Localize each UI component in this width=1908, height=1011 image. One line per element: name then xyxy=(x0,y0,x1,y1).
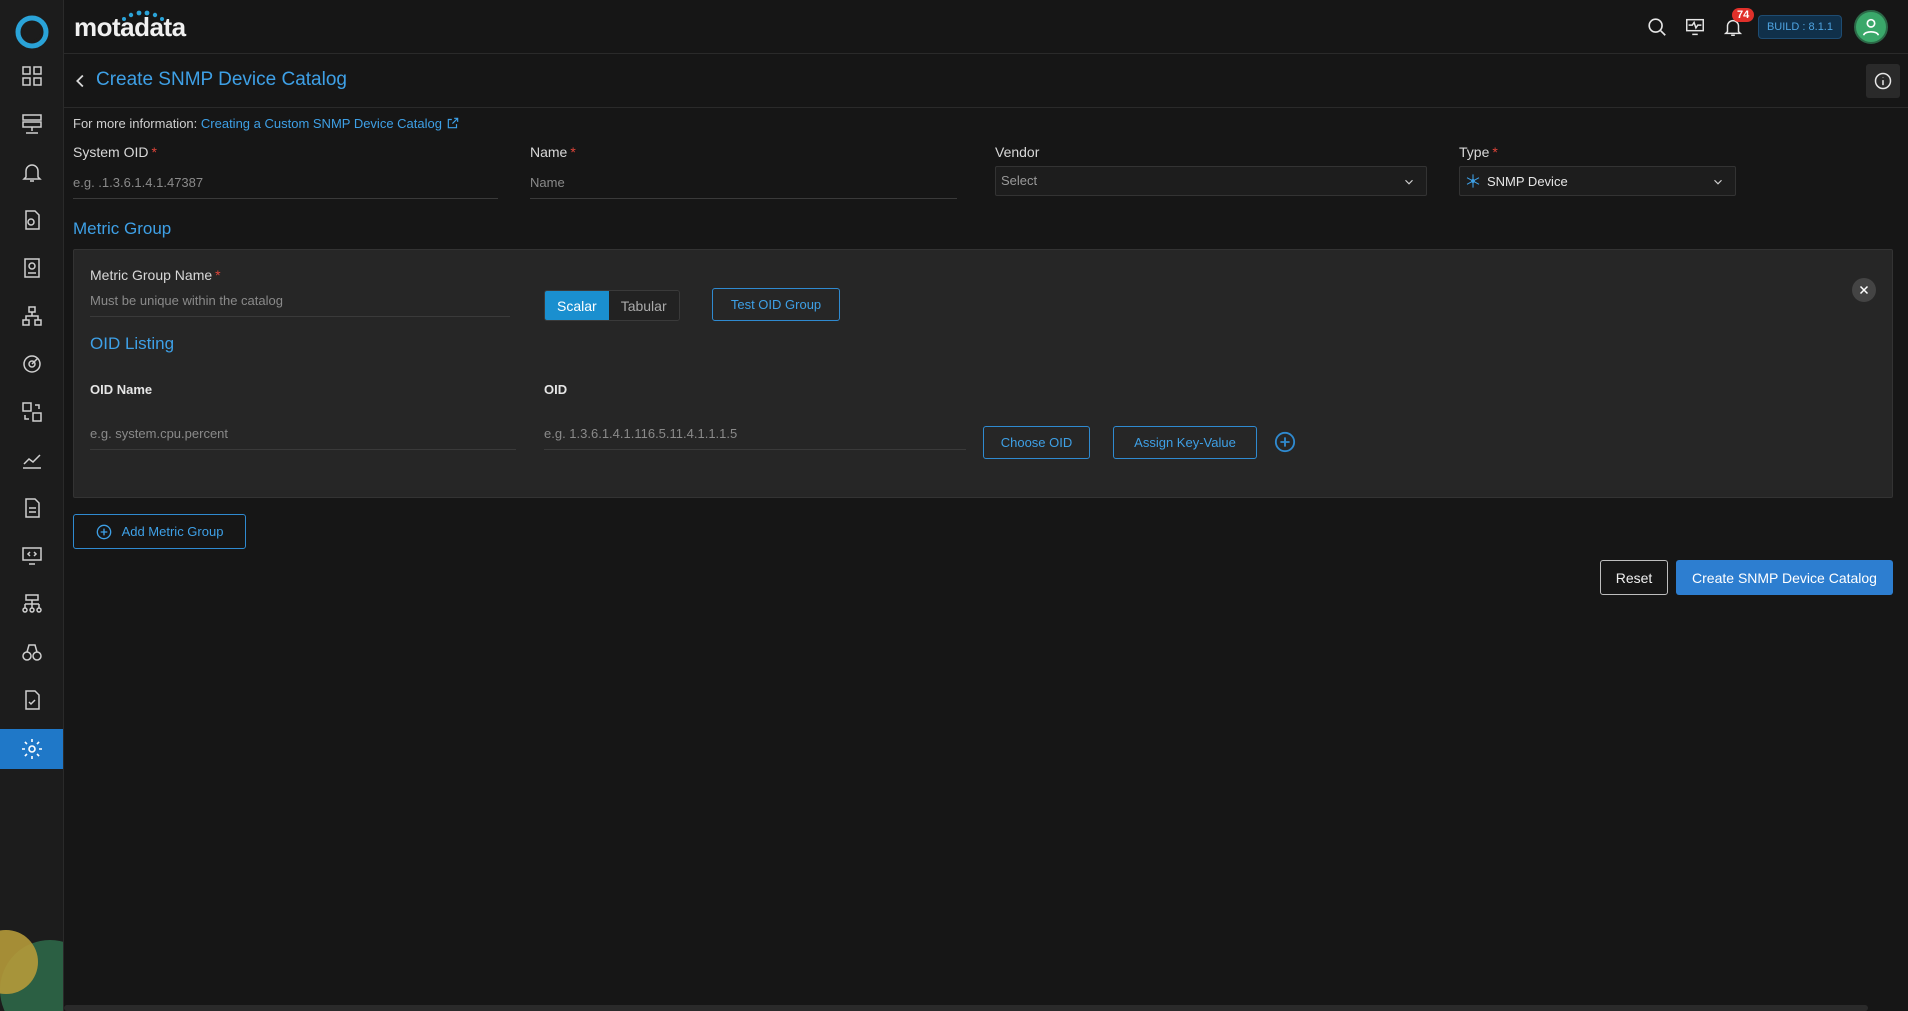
monitor-code-icon xyxy=(22,547,42,565)
server-icon xyxy=(22,114,42,134)
name-input[interactable]: Name xyxy=(530,169,957,199)
metric-group-panel: Metric Group Name * Must be unique within… xyxy=(73,249,1893,498)
sidebar-item-reports[interactable] xyxy=(0,248,63,288)
oid-name-input[interactable]: e.g. system.cpu.percent xyxy=(90,420,516,450)
scalar-toggle[interactable]: Scalar xyxy=(545,291,609,320)
sidebar-item-flow[interactable] xyxy=(0,392,63,432)
horizontal-scrollbar[interactable] xyxy=(64,1005,1868,1011)
back-arrow-icon[interactable] xyxy=(70,70,92,92)
file-search-icon xyxy=(25,210,40,230)
reset-button[interactable]: Reset xyxy=(1600,560,1668,595)
external-link-icon[interactable] xyxy=(446,116,460,130)
info-button[interactable] xyxy=(1866,64,1900,98)
sidebar-item-compliance[interactable] xyxy=(0,680,63,720)
plus-circle-icon xyxy=(96,524,111,539)
build-version-badge: BUILD : 8.1.1 xyxy=(1757,15,1842,39)
document-icon xyxy=(25,498,40,518)
add-metric-group-button[interactable]: Add Metric Group xyxy=(73,514,246,549)
vendor-select-value: Select xyxy=(1001,173,1038,188)
binoculars-icon xyxy=(22,644,42,661)
header-actions: 74 BUILD : 8.1.1 xyxy=(1644,8,1888,44)
sidebar-item-metrics[interactable] xyxy=(0,440,63,480)
more-info-line: For more information: Creating a Custom … xyxy=(73,116,460,131)
documentation-link[interactable]: Creating a Custom SNMP Device Catalog xyxy=(201,116,442,131)
bell-icon xyxy=(22,164,42,182)
dashboard-grid-icon xyxy=(22,66,42,86)
remove-group-button[interactable] xyxy=(1852,278,1876,302)
app-logo-icon[interactable] xyxy=(14,14,50,50)
add-metric-group-label: Add Metric Group xyxy=(121,524,224,539)
user-avatar[interactable] xyxy=(1854,10,1888,44)
close-icon xyxy=(1859,285,1869,295)
sidebar-item-apm[interactable] xyxy=(0,536,63,576)
add-oid-icon[interactable] xyxy=(1274,431,1296,453)
oid-name-header: OID Name xyxy=(90,382,153,397)
metric-group-title: Metric Group xyxy=(73,219,172,238)
metric-group-name-input[interactable]: Must be unique within the catalog xyxy=(90,287,510,317)
app-root: motadata 74 BUILD : 8.1.1 Create SNMP De… xyxy=(0,0,1908,1011)
transfer-icon xyxy=(22,402,42,422)
sidebar-item-settings[interactable] xyxy=(0,729,63,769)
oid-listing-title: OID Listing xyxy=(90,334,175,353)
sidebar-item-log[interactable] xyxy=(0,200,63,240)
oid-input[interactable]: e.g. 1.3.6.1.4.1.116.5.11.4.1.1.1.5 xyxy=(544,420,966,450)
chevron-down-icon xyxy=(1405,179,1413,185)
sidebar xyxy=(0,0,64,1011)
user-icon xyxy=(1862,18,1880,36)
metric-group-name-label: Metric Group Name * xyxy=(90,267,221,283)
sidebar-item-network[interactable] xyxy=(0,584,63,624)
create-catalog-button[interactable]: Create SNMP Device Catalog xyxy=(1676,560,1893,595)
type-select[interactable]: SNMP Device xyxy=(1459,166,1736,196)
sidebar-item-inventory[interactable] xyxy=(0,104,63,144)
sidebar-item-monitoring[interactable] xyxy=(0,344,63,384)
health-monitor-button[interactable] xyxy=(1682,14,1708,40)
vendor-select[interactable]: Select xyxy=(995,166,1427,196)
brand-dots-icon xyxy=(122,10,164,21)
sidebar-item-explorer[interactable] xyxy=(0,632,63,672)
top-header: motadata 74 BUILD : 8.1.1 xyxy=(64,0,1908,54)
search-icon xyxy=(1648,18,1666,36)
name-label: Name * xyxy=(530,144,576,160)
page-title-bar: Create SNMP Device Catalog xyxy=(64,54,1908,108)
sidebar-item-alerts[interactable] xyxy=(0,152,63,192)
type-select-value: SNMP Device xyxy=(1465,173,1730,189)
report-icon xyxy=(24,258,40,278)
mode-toggle: Scalar Tabular xyxy=(544,290,680,321)
monitor-pulse-icon xyxy=(1685,18,1704,36)
network-icon xyxy=(22,594,42,613)
notification-count-badge: 74 xyxy=(1731,8,1755,22)
radar-icon xyxy=(23,355,41,373)
snowflake-device-icon xyxy=(1466,174,1480,188)
vendor-label: Vendor xyxy=(995,144,1040,160)
sidebar-item-docs[interactable] xyxy=(0,488,63,528)
search-button[interactable] xyxy=(1644,14,1670,40)
sidebar-item-dashboard[interactable] xyxy=(0,56,63,96)
notifications-button[interactable]: 74 xyxy=(1720,8,1755,40)
gear-icon xyxy=(22,739,42,759)
more-info-prefix: For more information: xyxy=(73,116,198,131)
tabular-toggle[interactable]: Tabular xyxy=(608,291,679,320)
topology-icon xyxy=(22,306,42,326)
system-oid-label: System OID * xyxy=(73,144,157,160)
chevron-down-icon xyxy=(1714,179,1722,185)
clipboard-check-icon xyxy=(25,690,40,710)
info-icon xyxy=(1874,72,1892,90)
choose-oid-button[interactable]: Choose OID xyxy=(983,426,1090,459)
page-title: Create SNMP Device Catalog xyxy=(96,69,347,90)
system-oid-input[interactable]: e.g. .1.3.6.1.4.1.47387 xyxy=(73,169,498,199)
chart-line-icon xyxy=(23,454,41,469)
oid-header: OID xyxy=(544,382,568,397)
type-label: Type * xyxy=(1459,144,1498,160)
test-oid-group-button[interactable]: Test OID Group xyxy=(712,288,840,321)
decorative-circles-icon xyxy=(0,930,63,1011)
assign-key-value-button[interactable]: Assign Key-Value xyxy=(1113,426,1257,459)
sidebar-item-topology[interactable] xyxy=(0,296,63,336)
brand-logo[interactable]: motadata xyxy=(74,10,186,43)
